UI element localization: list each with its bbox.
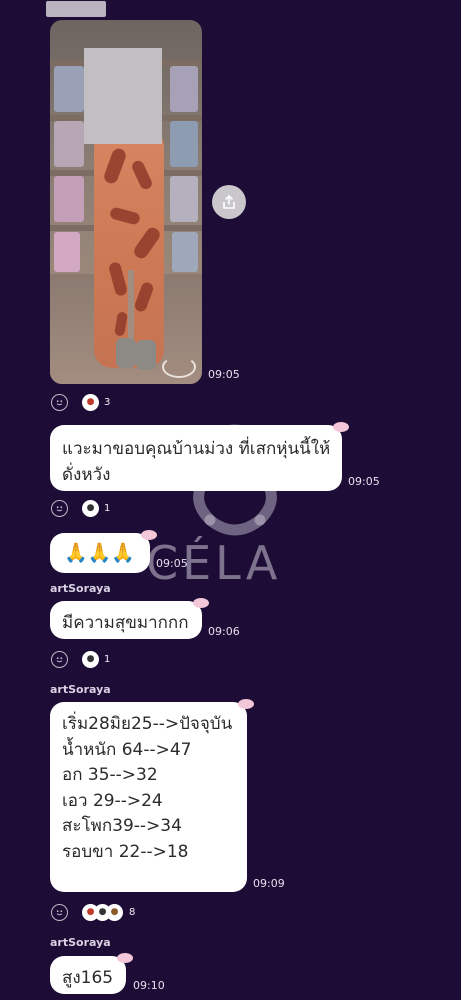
smile-icon (56, 910, 63, 916)
sender-name: artSoraya (50, 936, 111, 949)
message-bubble[interactable]: เริ่ม28มิย25-->ปัจจุบัน น้ำหนัก 64-->47 … (50, 699, 254, 892)
redacted-sender-name (46, 1, 106, 17)
reaction-sticker-icon[interactable]: ● (82, 394, 99, 411)
message-text: มีความสุขมากกก (62, 613, 189, 633)
reaction-sticker-icon[interactable]: ● (82, 500, 99, 517)
message-text: 🙏🙏🙏 (64, 542, 135, 564)
message-bubble[interactable]: มีความสุขมากกก (50, 598, 209, 639)
message-bubble[interactable]: สูง165 (50, 953, 133, 994)
add-reaction-button[interactable] (51, 394, 68, 411)
flower-sticker-icon (141, 530, 157, 540)
message-text-line: สะโพก39-->34 (62, 816, 182, 836)
message-text-line: รอบขา 22-->18 (62, 841, 189, 862)
reaction-count: 8 (129, 907, 136, 918)
photo-message[interactable] (50, 20, 202, 384)
message-bubble[interactable]: แวะมาขอบคุณบ้านม่วง ที่เสกหุ่นนี้ให้ ดั่… (50, 422, 349, 491)
add-reaction-button[interactable] (51, 904, 68, 921)
message-text: สูง165 (62, 968, 114, 988)
redacted-face (84, 48, 162, 144)
reaction-count: 3 (104, 397, 111, 408)
smile-icon (56, 400, 63, 406)
reaction-count: 1 (104, 503, 111, 514)
message-text-block: เริ่ม28มิย25-->ปัจจุบัน น้ำหนัก 64-->47 … (62, 712, 232, 865)
flower-sticker-icon (238, 699, 254, 709)
message-time: 09:05 (208, 368, 240, 381)
flower-sticker-icon (333, 422, 349, 432)
flower-sticker-icon (193, 598, 209, 608)
smile-icon (56, 657, 63, 663)
smile-icon (56, 506, 63, 512)
message-text-line: อก 35-->32 (62, 765, 158, 785)
message-text-line: เอว 29-->24 (62, 790, 163, 811)
sender-name: artSoraya (50, 582, 111, 595)
add-reaction-button[interactable] (51, 651, 68, 668)
message-bubble[interactable]: 🙏🙏🙏 (50, 530, 157, 573)
add-reaction-button[interactable] (51, 500, 68, 517)
sender-name: artSoraya (50, 683, 111, 696)
message-time: 09:06 (208, 625, 240, 638)
share-button[interactable] (212, 185, 246, 219)
message-text-line: น้ำหนัก 64-->47 (62, 739, 192, 760)
message-time: 09:05 (156, 557, 188, 570)
reaction-count: 1 (104, 654, 111, 665)
message-text-line: ดั่งหวัง (62, 465, 111, 485)
message-time: 09:05 (348, 475, 380, 488)
reaction-sticker-icon[interactable]: ● (82, 651, 99, 668)
reaction-sticker-icon[interactable]: ● (106, 904, 123, 921)
share-icon (223, 194, 235, 209)
message-text-line: เริ่ม28มิย25-->ปัจจุบัน (62, 714, 233, 734)
message-time: 09:09 (253, 877, 285, 890)
message-text-line: แวะมาขอบคุณบ้านม่วง ที่เสกหุ่นนี้ให้ (62, 439, 331, 459)
message-time: 09:10 (133, 979, 165, 992)
flower-sticker-icon (117, 953, 133, 963)
